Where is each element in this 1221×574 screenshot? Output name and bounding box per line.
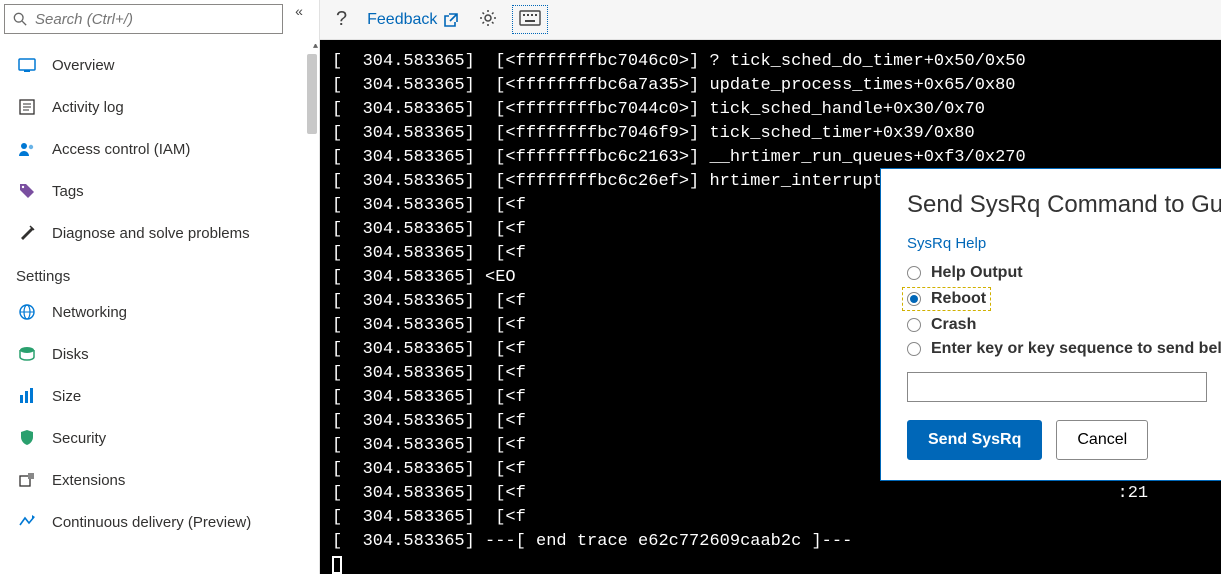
- option-label: Enter key or key sequence to send below:: [931, 340, 1221, 358]
- disks-icon: [16, 345, 38, 363]
- console-line: [ 304.583365] [<ffffffffbc7044c0>] tick_…: [332, 98, 1209, 122]
- sidebar-item-networking[interactable]: Networking: [0, 291, 319, 333]
- sidebar-section-settings: Settings: [0, 254, 319, 291]
- collapse-sidebar-icon[interactable]: «: [287, 3, 311, 19]
- scroll-up-arrow[interactable]: ▴: [313, 44, 318, 51]
- shield-icon: [16, 429, 38, 447]
- console-line: [ 304.583365] [<f: [332, 506, 1209, 530]
- size-icon: [16, 387, 38, 405]
- help-button[interactable]: ?: [330, 8, 353, 31]
- option-label: Help Output: [931, 264, 1023, 282]
- diagnose-icon: [16, 224, 38, 242]
- sidebar-item-tags[interactable]: Tags: [0, 170, 319, 212]
- sidebar-item-label: Size: [52, 388, 81, 405]
- keyboard-button[interactable]: [513, 6, 547, 33]
- sidebar-item-diagnose[interactable]: Diagnose and solve problems: [0, 212, 319, 254]
- option-crash[interactable]: Crash: [907, 316, 1221, 334]
- extensions-icon: [16, 471, 38, 489]
- sidebar: « ▴ Overview Activity log Access control…: [0, 0, 320, 574]
- radio-icon: [907, 318, 921, 332]
- sidebar-item-label: Tags: [52, 183, 84, 200]
- tags-icon: [16, 182, 38, 200]
- sidebar-item-label: Overview: [52, 57, 115, 74]
- settings-gear-button[interactable]: [473, 5, 503, 34]
- sysrq-dialog: Send SysRq Command to Guest SysRq Help H…: [880, 168, 1221, 481]
- search-input[interactable]: [33, 10, 274, 29]
- sidebar-item-disks[interactable]: Disks: [0, 333, 319, 375]
- sidebar-item-activity-log[interactable]: Activity log: [0, 86, 319, 128]
- overview-icon: [16, 56, 38, 74]
- sidebar-nav: ▴ Overview Activity log Access control (…: [0, 44, 319, 574]
- sidebar-item-label: Access control (IAM): [52, 141, 190, 158]
- activity-icon: [16, 98, 38, 116]
- keyboard-icon: [519, 10, 541, 26]
- cd-icon: [16, 513, 38, 531]
- option-reboot[interactable]: Reboot: [903, 288, 990, 310]
- console-line: [ 304.583365] [<f :21: [332, 482, 1209, 506]
- custom-key-input[interactable]: [907, 372, 1207, 402]
- gear-icon: [479, 9, 497, 27]
- search-row: «: [0, 0, 319, 38]
- networking-icon: [16, 303, 38, 321]
- dialog-buttons: Send SysRq Cancel: [907, 420, 1221, 460]
- external-link-icon: [443, 12, 459, 28]
- sysrq-help-link[interactable]: SysRq Help: [907, 235, 986, 252]
- console-line: [ 304.583365] ---[ end trace e62c772609c…: [332, 530, 1209, 554]
- scrollbar-thumb[interactable]: [307, 54, 317, 134]
- option-help-output[interactable]: Help Output: [907, 264, 1221, 282]
- console-cursor: [332, 556, 342, 574]
- sidebar-item-label: Extensions: [52, 472, 125, 489]
- sidebar-item-overview[interactable]: Overview: [0, 44, 319, 86]
- main-pane: ? Feedback [ 304.583365] [<ffffffffbc704…: [320, 0, 1221, 574]
- radio-icon: [907, 342, 921, 356]
- sidebar-item-security[interactable]: Security: [0, 417, 319, 459]
- radio-icon: [907, 266, 921, 280]
- sidebar-item-extensions[interactable]: Extensions: [0, 459, 319, 501]
- search-icon: [13, 12, 27, 26]
- feedback-link[interactable]: Feedback: [363, 11, 463, 29]
- console-line: [ 304.583365] [<ffffffffbc6c2163>] __hrt…: [332, 146, 1209, 170]
- iam-icon: [16, 140, 38, 158]
- dialog-title: Send SysRq Command to Guest: [907, 191, 1221, 219]
- option-custom-key[interactable]: Enter key or key sequence to send below:: [907, 340, 1221, 358]
- sidebar-item-continuous-delivery[interactable]: Continuous delivery (Preview): [0, 501, 319, 543]
- sidebar-item-label: Security: [52, 430, 106, 447]
- sidebar-item-label: Networking: [52, 304, 127, 321]
- cancel-button[interactable]: Cancel: [1056, 420, 1148, 460]
- radio-icon: [907, 292, 921, 306]
- console-line: [ 304.583365] [<ffffffffbc7046f9>] tick_…: [332, 122, 1209, 146]
- sidebar-item-label: Continuous delivery (Preview): [52, 514, 251, 531]
- sidebar-item-label: Activity log: [52, 99, 124, 116]
- search-box[interactable]: [4, 4, 283, 34]
- sidebar-item-access-control[interactable]: Access control (IAM): [0, 128, 319, 170]
- toolbar: ? Feedback: [320, 0, 1221, 40]
- feedback-label: Feedback: [367, 11, 437, 29]
- sidebar-item-label: Disks: [52, 346, 89, 363]
- sidebar-item-label: Diagnose and solve problems: [52, 225, 250, 242]
- console-line: [ 304.583365] [<ffffffffbc7046c0>] ? tic…: [332, 50, 1209, 74]
- sidebar-item-size[interactable]: Size: [0, 375, 319, 417]
- option-label: Crash: [931, 316, 976, 334]
- option-label: Reboot: [931, 290, 986, 308]
- send-sysrq-button[interactable]: Send SysRq: [907, 420, 1042, 460]
- console-line: [ 304.583365] [<ffffffffbc6a7a35>] updat…: [332, 74, 1209, 98]
